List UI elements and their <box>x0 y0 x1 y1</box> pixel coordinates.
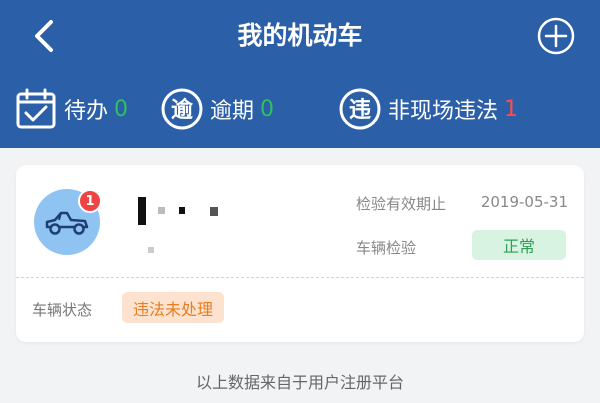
calendar-check-icon <box>14 87 58 131</box>
stats-row: 待办 0 逾 逾期 0 违 非现场违法 1 <box>0 84 600 134</box>
svg-text:逾: 逾 <box>171 97 194 123</box>
inspection-status-badge: 正常 <box>472 230 566 260</box>
data-source-note: 以上数据来自于用户注册平台 <box>195 373 404 392</box>
svg-text:违: 违 <box>349 97 371 123</box>
vehicle-status-label: 车辆状态 <box>32 301 93 319</box>
card-divider <box>16 277 584 278</box>
violation-icon: 违 <box>338 87 382 131</box>
plate-number-redacted <box>134 195 254 255</box>
stat-violation-count: 1 <box>504 96 519 122</box>
vehicle-card[interactable]: 1 检验有效期止 2019-05-31 车辆检验 正常 车辆状态 违法未处理 <box>16 165 584 342</box>
violation-badge: 1 <box>78 189 102 213</box>
stat-overdue[interactable]: 逾 逾期 0 <box>160 84 274 134</box>
stat-todo-count: 0 <box>114 96 129 122</box>
stat-violation[interactable]: 违 非现场违法 1 <box>338 84 518 134</box>
stat-overdue-count: 0 <box>260 96 275 122</box>
header-bar: 我的机动车 待办 0 逾 逾期 0 违 非现场违法 1 <box>0 0 600 148</box>
stat-todo[interactable]: 待办 0 <box>14 84 128 134</box>
vehicle-status-badge: 违法未处理 <box>122 292 225 323</box>
inspection-expiry-label: 检验有效期止 <box>356 195 447 213</box>
inspection-label: 车辆检验 <box>356 239 417 257</box>
overdue-icon: 逾 <box>160 87 204 131</box>
stat-todo-label: 待办 <box>64 99 109 124</box>
page-title: 我的机动车 <box>237 21 363 50</box>
plus-circle-icon <box>537 17 575 55</box>
stat-violation-label: 非现场违法 <box>388 99 499 124</box>
add-vehicle-button[interactable] <box>534 14 578 58</box>
stat-overdue-label: 逾期 <box>210 99 255 124</box>
inspection-expiry-date: 2019-05-31 <box>480 193 568 211</box>
